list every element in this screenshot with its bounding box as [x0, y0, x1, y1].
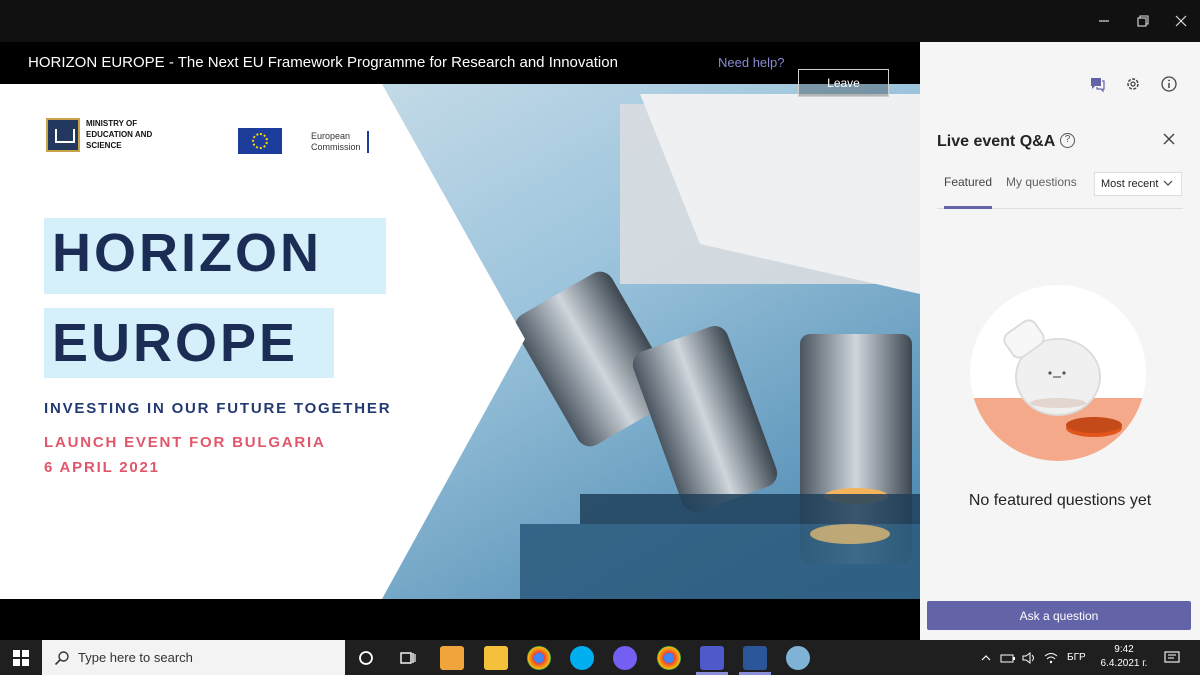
info-icon[interactable]: [1159, 74, 1179, 94]
empty-jar-illustration: [970, 285, 1146, 461]
file-explorer-icon[interactable]: [484, 646, 508, 670]
input-language[interactable]: БГР: [1067, 640, 1086, 675]
active-tab-indicator: [944, 206, 992, 209]
settings-gear-icon[interactable]: [1123, 74, 1143, 94]
windows-taskbar: Type here to search БГР 9:42 6.4.2021 г.: [0, 640, 1200, 675]
taskbar-search-box[interactable]: Type here to search: [42, 640, 345, 675]
volume-icon[interactable]: [1022, 640, 1038, 675]
empty-state-message: No featured questions yet: [968, 492, 1152, 509]
outlook-icon[interactable]: [440, 646, 464, 670]
wifi-icon[interactable]: [1044, 640, 1058, 675]
restore-icon[interactable]: [1130, 8, 1156, 34]
event-title: HORIZON EUROPE - The Next EU Framework P…: [28, 54, 618, 71]
taskbar-clock[interactable]: 9:42 6.4.2021 г.: [1096, 643, 1152, 671]
close-icon[interactable]: [1168, 8, 1194, 34]
task-view-icon[interactable]: [396, 646, 420, 670]
headline-line2: EUROPE: [52, 313, 299, 373]
chevron-down-icon: [1163, 180, 1173, 186]
chat-icon[interactable]: [1087, 74, 1107, 94]
ec-line1: European: [311, 131, 351, 141]
viber-icon[interactable]: [613, 646, 637, 670]
chrome-profile-icon[interactable]: [657, 646, 681, 670]
chevron-up-icon[interactable]: [980, 640, 992, 675]
teams-icon[interactable]: [700, 646, 724, 670]
tab-my-questions[interactable]: My questions: [1006, 175, 1077, 189]
search-icon: [54, 650, 69, 665]
clock-date: 6.4.2021 г.: [1100, 658, 1148, 669]
eu-flag-icon: [238, 128, 282, 154]
help-icon[interactable]: ?: [1060, 133, 1075, 148]
chrome-icon[interactable]: [527, 646, 551, 670]
ask-question-button[interactable]: Ask a question: [927, 601, 1191, 630]
screen: HORIZON EUROPE - The Next EU Framework P…: [0, 0, 1200, 675]
slide-launch-text: LAUNCH EVENT FOR BULGARIA: [44, 434, 326, 451]
close-panel-icon[interactable]: [1161, 131, 1177, 147]
minimize-icon[interactable]: [1091, 8, 1117, 34]
ministry-name: MINISTRY OF EDUCATION AND SCIENCE: [86, 119, 153, 150]
slide-date: 6 APRIL 2021: [44, 459, 160, 476]
cortana-icon[interactable]: [354, 646, 378, 670]
slide-tagline: INVESTING IN OUR FUTURE TOGETHER: [44, 400, 392, 417]
sort-dropdown[interactable]: Most recent: [1094, 172, 1182, 196]
paint-icon[interactable]: [786, 646, 810, 670]
need-help-link[interactable]: Need help?: [718, 42, 785, 84]
sort-label: Most recent: [1101, 178, 1159, 190]
clock-time: 9:42: [1114, 644, 1134, 655]
notification-icon[interactable]: [1164, 640, 1180, 675]
qa-panel: Live event Q&A ? Featured My questions M…: [920, 42, 1200, 640]
ec-line2: Commission: [311, 142, 361, 152]
leave-button[interactable]: Leave: [798, 69, 889, 97]
windows-start-icon[interactable]: [0, 640, 42, 675]
ministry-logo: [46, 118, 80, 152]
european-commission-label: European Commission: [311, 131, 369, 153]
skype-icon[interactable]: [570, 646, 594, 670]
search-placeholder: Type here to search: [78, 650, 193, 665]
tab-featured[interactable]: Featured: [944, 175, 992, 189]
headline-line1: HORIZON: [52, 223, 322, 283]
panel-title: Live event Q&A: [937, 133, 1056, 150]
battery-icon[interactable]: [1000, 640, 1016, 675]
window-titlebar: [0, 0, 1200, 42]
word-icon[interactable]: [743, 646, 767, 670]
